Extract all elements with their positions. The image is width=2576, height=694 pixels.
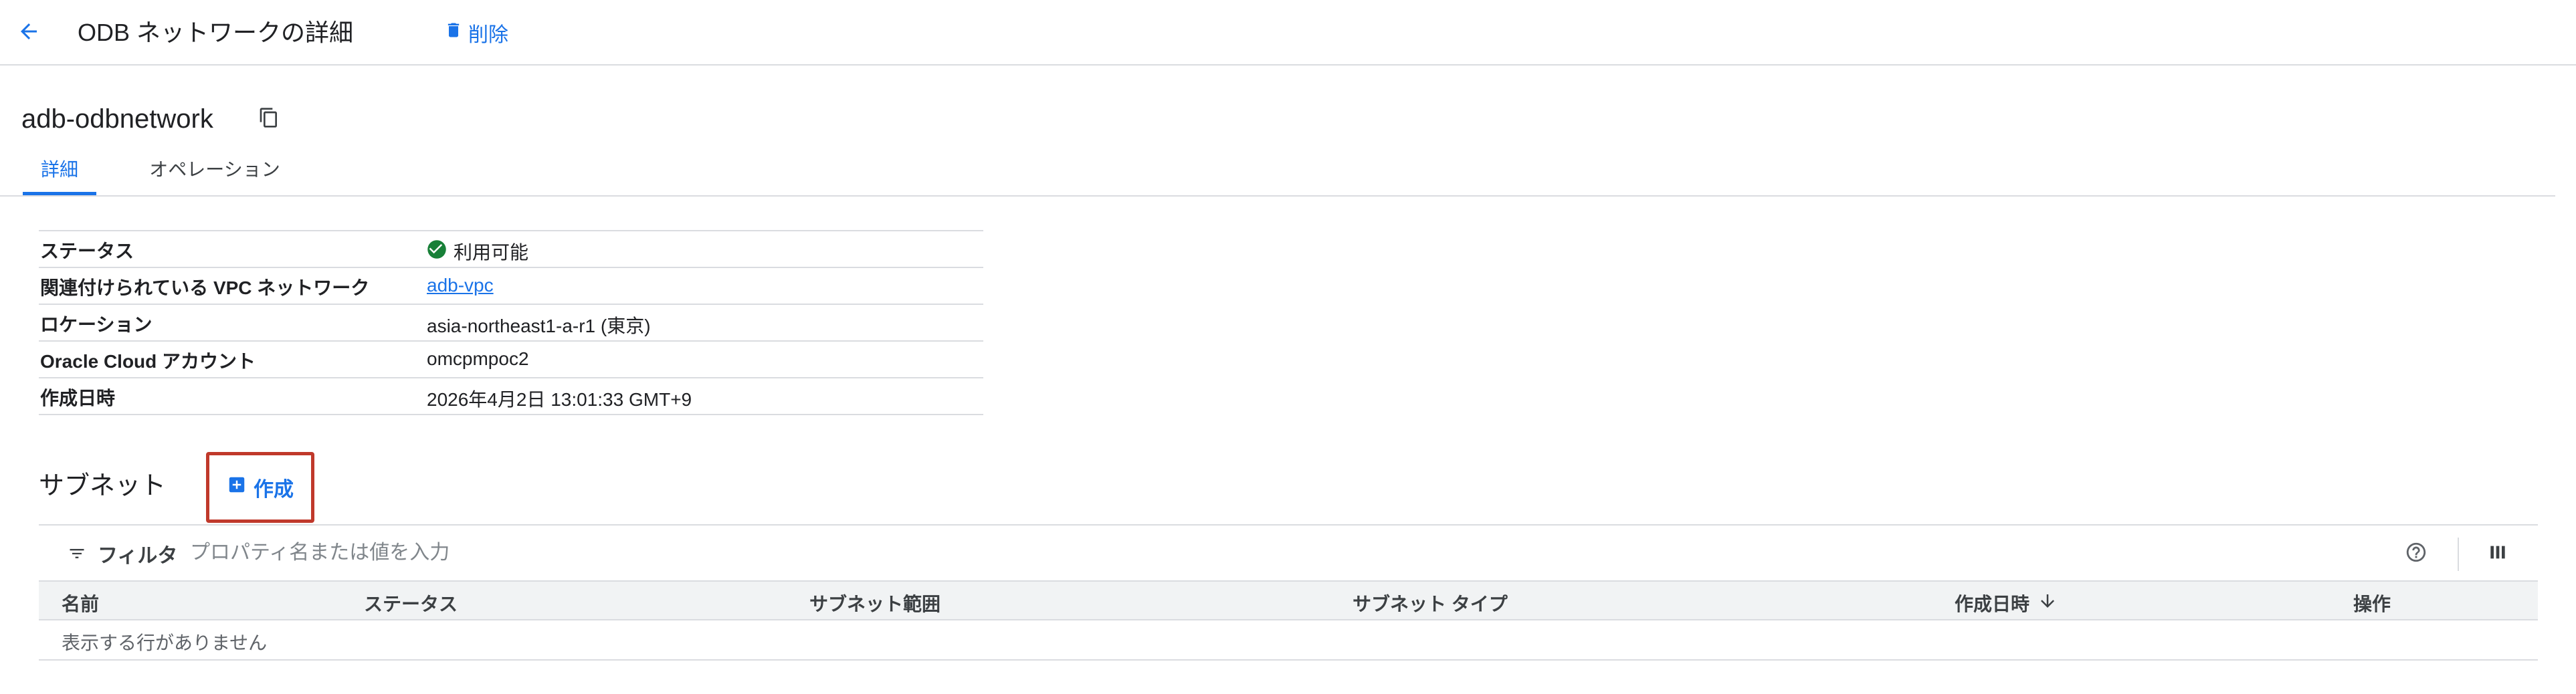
- detail-value: 利用可能: [427, 238, 528, 265]
- vpc-network-link[interactable]: adb-vpc: [427, 275, 494, 296]
- detail-value: adb-vpc: [427, 275, 494, 296]
- subnet-section-title: サブネット: [39, 472, 167, 500]
- detail-row-vpc: 関連付けられている VPC ネットワーク adb-vpc: [39, 268, 983, 305]
- filter-bar: フィルタ: [39, 524, 2538, 580]
- help-circle-icon: [2405, 541, 2428, 567]
- detail-label: Oracle Cloud アカウント: [40, 351, 256, 372]
- resource-name: adb-odbnetwork: [21, 104, 213, 134]
- tab-details[interactable]: 詳細: [23, 148, 96, 195]
- table-empty-row: 表示する行がありません: [39, 620, 2538, 661]
- view-columns-icon: [2487, 542, 2508, 566]
- filter-input[interactable]: [190, 535, 1126, 571]
- filter-list-icon: [67, 544, 87, 563]
- create-subnet-button[interactable]: 作成: [206, 452, 314, 523]
- back-button[interactable]: [9, 15, 48, 51]
- column-header-subnet-type[interactable]: サブネット タイプ: [1353, 590, 1508, 616]
- detail-value: omcpmpoc2: [427, 348, 529, 369]
- trash-icon: [444, 21, 463, 45]
- detail-label: 関連付けられている VPC ネットワーク: [40, 277, 370, 298]
- arrow-back-icon: [17, 19, 41, 47]
- help-button[interactable]: [2401, 539, 2431, 568]
- detail-value: 2026年4月2日 13:01:33 GMT+9: [427, 389, 692, 410]
- detail-label: 作成日時: [40, 388, 116, 409]
- add-box-icon: [227, 475, 247, 500]
- check-circle-icon: [427, 239, 447, 264]
- arrow-downward-icon: [2038, 591, 2058, 616]
- status-text: 利用可能: [454, 242, 529, 263]
- detail-label: ステータス: [40, 241, 134, 261]
- top-bar: ODB ネットワークの詳細 削除: [0, 0, 2576, 66]
- column-display-button[interactable]: [2483, 539, 2512, 568]
- page-title: ODB ネットワークの詳細: [78, 19, 354, 46]
- subnet-table: フィルタ 名前 ステータス サブネット範囲 サブネット タイプ 作成日時 操作 …: [39, 524, 2538, 661]
- column-header-name[interactable]: 名前: [62, 590, 99, 616]
- column-header-actions: 操作: [2353, 594, 2391, 614]
- tab-bar: 詳細 オペレーション: [0, 148, 2555, 197]
- copy-icon: [258, 107, 280, 132]
- column-header-subnet-range[interactable]: サブネット範囲: [809, 590, 940, 616]
- detail-row-location: ロケーション asia-northeast1-a-r1 (東京): [39, 305, 983, 342]
- copy-button[interactable]: [256, 106, 282, 132]
- column-header-created[interactable]: 作成日時: [1955, 590, 2058, 616]
- create-button-label: 作成: [254, 479, 294, 501]
- detail-value: asia-northeast1-a-r1 (東京): [427, 316, 651, 336]
- detail-row-created: 作成日時 2026年4月2日 13:01:33 GMT+9: [39, 378, 983, 415]
- column-header-status[interactable]: ステータス: [364, 590, 458, 616]
- details-table: ステータス 利用可能 関連付けられている VPC ネットワーク adb-vpc …: [39, 230, 983, 415]
- column-header-created-label: 作成日時: [1955, 594, 2030, 614]
- toolbar-divider: [2458, 538, 2459, 571]
- table-header: 名前 ステータス サブネット範囲 サブネット タイプ 作成日時 操作: [39, 580, 2538, 620]
- detail-row-oracle-account: Oracle Cloud アカウント omcpmpoc2: [39, 342, 983, 378]
- detail-row-status: ステータス 利用可能: [39, 231, 983, 268]
- delete-button-label: 削除: [468, 24, 508, 46]
- filter-label: フィルタ: [98, 545, 178, 567]
- empty-message: 表示する行がありません: [62, 632, 268, 653]
- delete-button[interactable]: 削除: [444, 17, 508, 48]
- detail-label: ロケーション: [40, 314, 153, 335]
- tab-operations[interactable]: オペレーション: [131, 148, 298, 195]
